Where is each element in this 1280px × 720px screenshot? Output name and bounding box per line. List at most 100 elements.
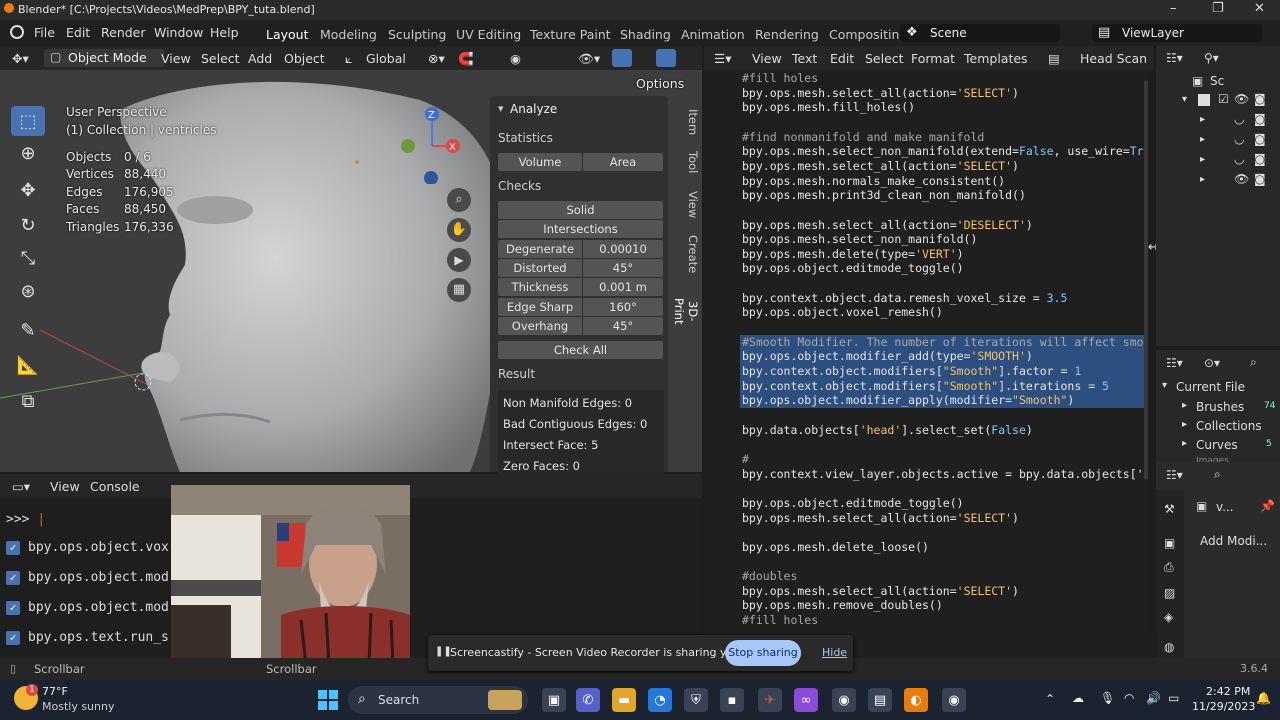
thickness-button[interactable]: Thickness — [498, 278, 582, 296]
workspace-tab-sculpting[interactable]: Sculpting — [388, 27, 446, 42]
notification-bell-icon[interactable]: 🔔 — [1256, 691, 1271, 705]
display-mode-icon[interactable]: ⊙▾ — [1204, 356, 1220, 370]
blender-taskbar-icon[interactable]: ◐ — [904, 688, 928, 712]
code-line[interactable]: bpy.ops.mesh.print3d_clean_non_manifold(… — [742, 188, 1026, 202]
browser-item-collections[interactable]: Collections — [1196, 419, 1262, 433]
speaker-icon[interactable]: 🔊 — [1146, 691, 1161, 705]
eye-icon[interactable]: 👁 — [1234, 92, 1249, 106]
expand-icon[interactable]: ▸ — [1182, 400, 1187, 411]
degenerate-button[interactable]: Degenerate — [498, 240, 582, 258]
hide-link[interactable]: Hide — [822, 646, 847, 659]
wifi-icon[interactable]: ◠ — [1124, 691, 1134, 705]
code-line[interactable]: bpy.ops.object.modifier_add(type='SMOOTH… — [742, 349, 1033, 363]
edge-sharp-value-field[interactable]: 160° — [583, 298, 663, 316]
browser-search-icon[interactable]: ⌕ — [1250, 355, 1257, 370]
camera-restrict-icon[interactable]: ◙ — [1254, 112, 1266, 126]
outliner-editor-type-icon[interactable]: ☷▾ — [1166, 51, 1183, 65]
scene-selector[interactable]: ❖ Scene — [900, 24, 1060, 42]
code-line[interactable]: #find nonmanifold and make manifold — [742, 130, 984, 144]
expand-icon[interactable]: ▸ — [1200, 134, 1205, 145]
text-menu-text[interactable]: Text — [792, 51, 817, 66]
menu-file[interactable]: File — [34, 25, 55, 40]
camera-restrict-icon[interactable]: ◙ — [1254, 152, 1266, 166]
expand-icon[interactable]: ▸ — [1182, 438, 1187, 449]
result-zero-faces[interactable]: Zero Faces: 0 — [503, 459, 580, 473]
show-hidden-icons[interactable]: ⌃ — [1045, 692, 1055, 706]
notepad-icon[interactable]: ▤ — [868, 688, 892, 712]
navigation-gizmo[interactable]: Z X — [398, 104, 468, 185]
code-line[interactable]: bpy.context.view_layer.objects.active = … — [742, 467, 1148, 481]
intersections-button[interactable]: Intersections — [498, 220, 663, 238]
close-button[interactable]: ✕ — [1254, 1, 1265, 16]
move-tool-icon[interactable]: ✥ — [11, 175, 45, 205]
weather-temp[interactable]: 77°F — [42, 685, 68, 698]
browser-item-brushes[interactable]: Brushes — [1196, 400, 1244, 414]
code-line[interactable]: bpy.context.object.data.remesh_voxel_siz… — [742, 291, 1067, 305]
code-line[interactable]: bpy.context.object.modifiers["Smooth"].f… — [742, 364, 1081, 378]
select-box-tool-icon[interactable]: ⬚ — [11, 106, 45, 136]
editor-type-icon[interactable]: ✥▾ — [12, 51, 29, 66]
camera-restrict-icon[interactable]: ◙ — [1254, 92, 1266, 106]
app-icon-vpn[interactable]: ⛨ — [684, 688, 708, 712]
file-explorer-icon[interactable]: ▬ — [612, 688, 636, 712]
blender-menu-icon[interactable] — [10, 25, 24, 39]
chrome-icon-1[interactable]: ◉ — [832, 688, 856, 712]
menu-window[interactable]: Window — [154, 25, 203, 40]
task-view-icon[interactable]: ▣ — [542, 688, 566, 712]
text-menu-select[interactable]: Select — [865, 51, 904, 66]
expand-icon[interactable]: ▸ — [1182, 419, 1187, 430]
tab-item[interactable]: Item — [680, 108, 700, 136]
console-prompt[interactable]: >>> | — [6, 512, 45, 540]
output-properties-icon[interactable]: ⎙ — [1164, 560, 1174, 575]
tool-settings-icon[interactable]: ⚒ — [1164, 502, 1175, 516]
workspace-tab-rendering[interactable]: Rendering — [755, 27, 819, 42]
distorted-value-field[interactable]: 45° — [583, 259, 663, 277]
text-editor-scrollbar[interactable] — [1144, 80, 1148, 480]
workspace-tab-shading[interactable]: Shading — [620, 27, 671, 42]
workspace-tab-uv-editing[interactable]: UV Editing — [456, 27, 521, 42]
mode-dropdown[interactable]: ▢ Object Mode — [44, 49, 164, 67]
expand-icon[interactable]: ▸ — [1200, 154, 1205, 165]
code-line[interactable]: bpy.ops.mesh.normals_make_consistent() — [742, 174, 1005, 188]
code-line[interactable]: bpy.ops.mesh.remove_doubles() — [742, 598, 943, 612]
code-line[interactable]: bpy.ops.mesh.select_non_manifold() — [742, 232, 977, 246]
console-editor-type-icon[interactable]: ▭▾ — [12, 479, 30, 494]
eye-closed-icon[interactable]: ◡ — [1234, 152, 1244, 166]
scene-properties-icon[interactable]: ◈ — [1164, 610, 1173, 624]
app-icon-cmd[interactable]: ▪ — [720, 688, 744, 712]
overhang-button[interactable]: Overhang — [498, 317, 582, 335]
chrome-icon-2[interactable]: ◉ — [942, 688, 966, 712]
tab-tool[interactable]: Tool — [680, 148, 700, 176]
visibility-icon[interactable]: 👁▾ — [578, 51, 600, 67]
check-all-button[interactable]: Check All — [498, 341, 663, 359]
microphone-icon[interactable]: 🎙 — [1100, 691, 1115, 705]
code-line[interactable]: bpy.data.objects['head'].select_set(Fals… — [742, 423, 1033, 437]
expand-icon[interactable]: ▾ — [1162, 380, 1167, 391]
code-line[interactable]: bpy.ops.object.voxel_remesh() — [742, 305, 943, 319]
text-editor-type-icon[interactable]: ☰▾ — [714, 51, 731, 66]
workspace-tab-compositing[interactable]: Compositin — [829, 27, 899, 42]
pivot-icon[interactable]: ⊗▾ — [428, 51, 445, 66]
app-icon-red[interactable]: ✈ — [758, 688, 782, 712]
clock-date[interactable]: 11/29/2023 — [1192, 700, 1255, 713]
eye-closed-icon[interactable]: ◡ — [1234, 112, 1244, 126]
cursor-tool-icon[interactable]: ⊕ — [11, 138, 45, 168]
grid-icon[interactable]: ▦ — [447, 278, 471, 302]
text-menu-edit[interactable]: Edit — [830, 51, 854, 66]
text-file-name[interactable]: Head Scan — [1080, 51, 1147, 66]
hand-pan-icon[interactable]: ✋ — [447, 218, 471, 242]
area-button[interactable]: Area — [583, 153, 663, 171]
workspace-tab-animation[interactable]: Animation — [681, 27, 745, 42]
workspace-tab-layout[interactable]: Layout — [266, 27, 309, 42]
minimize-button[interactable]: – — [1170, 1, 1177, 16]
console-menu-view[interactable]: View — [50, 479, 80, 494]
text-menu-format[interactable]: Format — [911, 51, 955, 66]
camera-restrict-icon[interactable]: ◙ — [1254, 172, 1266, 186]
code-line[interactable]: bpy.ops.mesh.delete_loose() — [742, 540, 929, 554]
overlay-toggle-icon[interactable] — [656, 49, 676, 67]
menu-edit[interactable]: Edit — [66, 25, 90, 40]
camera-icon[interactable]: ▶ — [447, 248, 471, 272]
stop-sharing-button[interactable]: Stop sharing — [725, 640, 801, 666]
pin-icon[interactable]: 📌 — [1260, 499, 1275, 513]
render-properties-icon[interactable]: ▣ — [1164, 536, 1175, 550]
